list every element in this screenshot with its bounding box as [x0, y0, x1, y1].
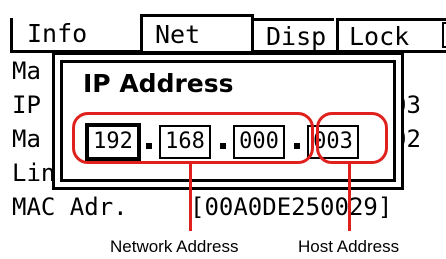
- row-label: Ma: [12, 57, 41, 85]
- row-label: Ma: [12, 125, 41, 153]
- row-value: 02: [392, 125, 421, 153]
- network-address-highlight: [72, 112, 314, 164]
- network-address-caption: Network Address: [110, 237, 239, 256]
- tab-more-partial[interactable]: [442, 22, 446, 48]
- row-label: IP: [12, 91, 41, 119]
- tab-disp-label: Disp: [266, 22, 327, 51]
- dialog-title: IP Address: [83, 69, 234, 98]
- network-address-pointer-line: [189, 161, 192, 231]
- mac-address-value: [00A0DE250029]: [190, 193, 393, 221]
- tab-lock-label: Lock: [349, 22, 410, 51]
- mac-address-label: MAC Adr.: [12, 193, 128, 221]
- tab-net[interactable]: Net: [140, 14, 254, 51]
- tab-lock[interactable]: Lock: [336, 18, 446, 53]
- tab-bar: Info Net Disp Lock: [10, 14, 446, 53]
- tab-disp[interactable]: Disp: [254, 18, 334, 53]
- host-address-caption: Host Address: [298, 237, 400, 256]
- host-address-highlight: [316, 112, 388, 164]
- row-value: 03: [392, 91, 421, 119]
- host-address-pointer-line: [348, 161, 351, 231]
- tab-net-label: Net: [155, 20, 201, 49]
- tab-info-label: Info: [27, 19, 88, 48]
- tab-info[interactable]: Info: [10, 18, 137, 50]
